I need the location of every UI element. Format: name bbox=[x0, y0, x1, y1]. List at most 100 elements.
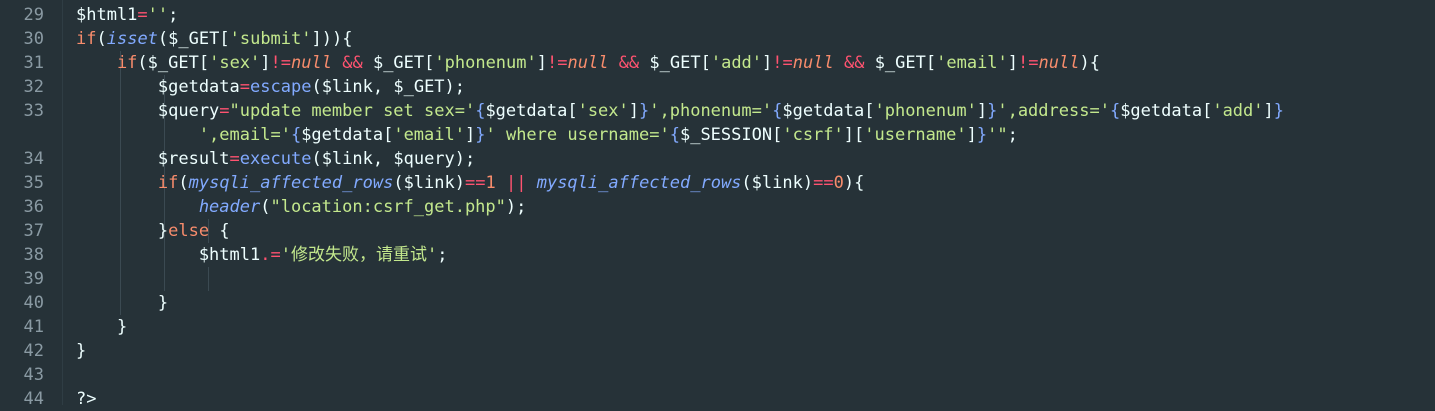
line-number: 30 bbox=[23, 29, 44, 49]
code-line[interactable]: if(mysqli_affected_rows($link)==1 || mys… bbox=[76, 171, 864, 195]
code-token: && bbox=[843, 53, 865, 73]
code-line[interactable]: } bbox=[76, 291, 168, 315]
code-token: = bbox=[137, 5, 148, 25]
code-token: = bbox=[229, 149, 240, 169]
code-line[interactable]: if($_GET['sex']!=null && $_GET['phonenum… bbox=[76, 51, 1100, 75]
code-token: { bbox=[209, 221, 230, 241]
code-token: ( bbox=[311, 77, 322, 97]
code-token: } bbox=[987, 101, 998, 121]
code-token: { bbox=[669, 125, 680, 145]
code-token: } bbox=[76, 341, 87, 361]
code-line[interactable]: $query="update member set sex='{$getdata… bbox=[76, 99, 1284, 123]
code-token: { bbox=[772, 101, 783, 121]
code-token: { bbox=[475, 101, 486, 121]
code-token: 'phonenum' bbox=[874, 101, 977, 121]
code-token: } bbox=[76, 317, 128, 337]
code-token: "update member set sex=' bbox=[229, 101, 476, 121]
code-line[interactable]: } bbox=[76, 315, 127, 339]
code-token: ){ bbox=[1079, 53, 1100, 73]
code-line[interactable]: }else { bbox=[76, 219, 230, 243]
code-token: ',address=' bbox=[997, 101, 1110, 121]
code-token: $result bbox=[76, 149, 230, 169]
code-token: escape bbox=[250, 77, 312, 97]
code-token: ] bbox=[1007, 53, 1019, 73]
code-token: ( bbox=[311, 149, 322, 169]
code-token: execute bbox=[239, 149, 312, 169]
code-line[interactable]: $result=execute($link, $query); bbox=[76, 147, 475, 171]
code-token: [ bbox=[567, 101, 578, 121]
code-token: $_GET bbox=[393, 77, 445, 97]
code-token: $query bbox=[76, 101, 220, 121]
line-number: 36 bbox=[23, 197, 44, 217]
line-number: 44 bbox=[23, 389, 44, 409]
code-token: ] bbox=[966, 125, 977, 145]
code-token: if bbox=[76, 29, 97, 49]
code-token: [ bbox=[198, 53, 210, 73]
code-line[interactable]: if(isset($_GET['submit'])){ bbox=[76, 27, 352, 51]
code-token: 'email' bbox=[393, 125, 465, 145]
code-token: $_SESSION bbox=[679, 125, 773, 145]
code-token: ] bbox=[260, 53, 271, 73]
code-token: $getdata bbox=[1120, 101, 1203, 121]
code-line[interactable]: $getdata=escape($link, $_GET); bbox=[76, 75, 465, 99]
code-token: if bbox=[76, 173, 179, 193]
code-token: header bbox=[76, 197, 261, 217]
code-token: '修改失败，请重试' bbox=[280, 245, 438, 265]
code-line[interactable]: ?> bbox=[76, 387, 96, 411]
code-token: 1 bbox=[485, 173, 496, 193]
code-token: [ bbox=[219, 29, 230, 49]
gutter-divider bbox=[62, 0, 63, 405]
code-line[interactable]: $html1=''; bbox=[76, 3, 178, 27]
code-area[interactable]: $html1=''; if(isset($_GET['submit'])){ if… bbox=[76, 0, 1435, 409]
code-token: ); bbox=[444, 77, 466, 97]
code-token: { bbox=[1109, 101, 1121, 121]
code-token: && bbox=[342, 53, 363, 73]
line-number: 39 bbox=[23, 269, 44, 289]
code-token: ])){ bbox=[311, 29, 353, 49]
line-number: 29 bbox=[23, 5, 44, 25]
code-token: 'csrf' bbox=[782, 125, 844, 145]
code-token: ( bbox=[137, 53, 148, 73]
code-token: 'sex' bbox=[209, 53, 261, 73]
code-token: $_GET bbox=[147, 53, 199, 73]
code-editor[interactable]: 29 30 31 32 33 34 35 36 37 38 39 40 41 42 43 44 $html1=… bbox=[0, 0, 1435, 409]
code-token: ( bbox=[260, 197, 271, 217]
code-token: [ bbox=[700, 53, 711, 73]
code-token: $getdata bbox=[782, 101, 865, 121]
code-token: $getdata bbox=[485, 101, 568, 121]
code-token: 'email' bbox=[936, 53, 1008, 73]
code-token: } bbox=[639, 101, 650, 121]
code-token: null bbox=[792, 53, 834, 73]
line-number: 34 bbox=[23, 149, 44, 169]
code-token: 'submit' bbox=[229, 29, 312, 49]
code-token: ( bbox=[157, 29, 169, 49]
code-line[interactable]: } bbox=[76, 339, 86, 363]
line-number: 35 bbox=[23, 173, 44, 193]
code-token: } bbox=[475, 125, 486, 145]
code-token: $link bbox=[751, 173, 803, 193]
code-token: || bbox=[505, 173, 527, 193]
code-line[interactable]: $html1.='修改失败，请重试'; bbox=[76, 243, 448, 267]
code-token: mysqli_affected_rows bbox=[188, 173, 394, 193]
line-number: 38 bbox=[23, 245, 44, 265]
code-token: $_GET bbox=[639, 53, 701, 73]
code-token: [ bbox=[772, 125, 783, 145]
code-token: 'add' bbox=[710, 53, 763, 73]
code-token: $query bbox=[393, 149, 455, 169]
code-line[interactable]: ',email='{$getdata['email']}' where user… bbox=[76, 123, 1018, 147]
code-token: 'phonenum' bbox=[434, 53, 537, 73]
code-token: ) bbox=[454, 173, 465, 193]
code-token: ] bbox=[536, 53, 547, 73]
code-token: [ bbox=[925, 53, 937, 73]
code-token: ; bbox=[1007, 125, 1018, 145]
code-token: != bbox=[772, 53, 793, 73]
code-token: 'sex' bbox=[577, 101, 629, 121]
code-token: [ bbox=[1202, 101, 1213, 121]
code-token: $_GET bbox=[168, 29, 220, 49]
code-token: ) bbox=[802, 173, 814, 193]
line-number: 43 bbox=[23, 365, 44, 385]
code-line[interactable]: header("location:csrf_get.php"); bbox=[76, 195, 527, 219]
